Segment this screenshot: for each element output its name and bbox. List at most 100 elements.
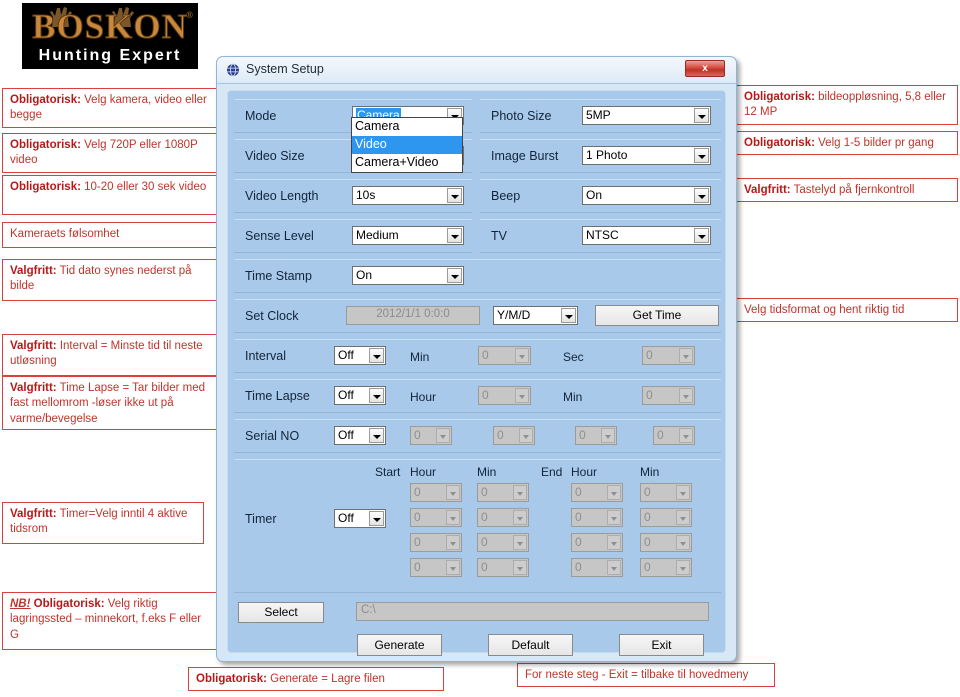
timer-row-1-end-min: 0 xyxy=(640,483,692,502)
sense-level-combobox[interactable]: Medium xyxy=(352,226,464,245)
chevron-down-icon[interactable] xyxy=(369,428,384,443)
annotation-left-5: Valgfritt: Tid dato synes nederst på bil… xyxy=(2,259,217,301)
label-sense-level: Sense Level xyxy=(245,229,314,243)
chevron-down-icon[interactable] xyxy=(694,228,709,243)
chevron-down-icon xyxy=(515,348,529,363)
beep-combobox[interactable]: On xyxy=(582,186,711,205)
chevron-down-icon[interactable] xyxy=(694,108,709,123)
date-format-combobox[interactable]: Y/M/D xyxy=(493,306,578,325)
annotation-strong: Obligatorisk: xyxy=(30,598,105,610)
time-lapse-combobox[interactable]: Off xyxy=(334,386,386,405)
spinner-value: 0 xyxy=(481,560,488,574)
set-clock-field: 2012/1/1 0:0:0 xyxy=(346,306,480,325)
chevron-down-icon xyxy=(607,510,621,525)
chevron-down-icon[interactable] xyxy=(694,188,709,203)
spinner-value: 0 xyxy=(575,510,582,524)
time-lapse-hour-value: 0 xyxy=(482,388,489,402)
chevron-down-icon[interactable] xyxy=(369,388,384,403)
spinner-value: 0 xyxy=(644,485,651,499)
get-time-button[interactable]: Get Time xyxy=(595,305,719,326)
time-stamp-combobox[interactable]: On xyxy=(352,266,464,285)
annotation-left-7: Valgfritt: Time Lapse = Tar bilder med f… xyxy=(2,376,217,430)
timer-row-1-start-hour: 0 xyxy=(410,483,462,502)
timer-value: Off xyxy=(338,511,354,525)
row-sense-level: Sense Level Medium xyxy=(234,219,472,253)
annotation-strong: Obligatorisk: xyxy=(196,673,267,685)
interval-value: Off xyxy=(338,348,354,362)
generate-button[interactable]: Generate xyxy=(357,634,442,656)
chevron-down-icon xyxy=(679,388,693,403)
close-icon[interactable]: x xyxy=(685,60,725,77)
timer-row-3-start-hour: 0 xyxy=(410,533,462,552)
dialog-titlebar[interactable]: System Setup x xyxy=(217,57,736,84)
mode-option-camera-video[interactable]: Camera+Video xyxy=(352,154,462,172)
serial-no-value: Off xyxy=(338,428,354,442)
chevron-down-icon[interactable] xyxy=(447,188,462,203)
chevron-down-icon xyxy=(513,485,527,500)
chevron-down-icon xyxy=(436,428,450,443)
chevron-down-icon[interactable] xyxy=(694,148,709,163)
chevron-down-icon[interactable] xyxy=(369,511,384,526)
mode-option-video[interactable]: Video xyxy=(352,136,462,154)
mode-dropdown-list[interactable]: Camera Video Camera+Video xyxy=(351,117,463,173)
interval-combobox[interactable]: Off xyxy=(334,346,386,365)
photo-size-combobox[interactable]: 5MP xyxy=(582,106,711,125)
annotation-left-1: Obligatorisk: Velg kamera, video eller b… xyxy=(2,88,217,128)
chevron-down-icon xyxy=(676,485,690,500)
annotation-left-8: Valgfritt: Timer=Velg inntil 4 aktive ti… xyxy=(2,502,204,544)
spinner-value: 0 xyxy=(414,560,421,574)
chevron-down-icon[interactable] xyxy=(447,228,462,243)
chevron-down-icon[interactable] xyxy=(369,348,384,363)
chevron-down-icon xyxy=(515,388,529,403)
chevron-down-icon[interactable] xyxy=(561,308,576,323)
chevron-down-icon xyxy=(679,348,693,363)
settings-panel: Mode Camera Photo Size 5MP Video Size Im… xyxy=(227,90,726,656)
timer-row-4-start-min: 0 xyxy=(477,558,529,577)
sense-level-value: Medium xyxy=(356,228,399,242)
default-button[interactable]: Default xyxy=(488,634,573,656)
spinner-value: 0 xyxy=(414,485,421,499)
spinner-value: 0 xyxy=(414,510,421,524)
chevron-down-icon xyxy=(607,535,621,550)
label-interval-min: Min xyxy=(410,350,430,364)
chevron-down-icon[interactable] xyxy=(447,268,462,283)
annotation-right-3: Valgfritt: Tastelyd på fjernkontroll xyxy=(736,178,958,202)
annotation-strong: Obligatorisk: xyxy=(10,181,81,193)
label-timer: Timer xyxy=(245,512,277,526)
serial-no-digit-1: 0 xyxy=(410,426,452,445)
serial-no-combobox[interactable]: Off xyxy=(334,426,386,445)
image-burst-value: 1 Photo xyxy=(586,148,628,162)
chevron-down-icon xyxy=(676,560,690,575)
spinner-value: 0 xyxy=(481,485,488,499)
interval-min-value: 0 xyxy=(482,348,489,362)
annotation-right-4: Velg tidsformat og hent riktig tid xyxy=(736,298,958,322)
serial-no-digit-4-value: 0 xyxy=(657,428,664,442)
video-length-combobox[interactable]: 10s xyxy=(352,186,464,205)
annotation-text: 10-20 eller 30 sek video xyxy=(80,181,207,193)
label-image-burst: Image Burst xyxy=(491,149,559,163)
storage-path-field[interactable]: C:\ xyxy=(356,602,709,621)
timer-row-3-start-min: 0 xyxy=(477,533,529,552)
image-burst-combobox[interactable]: 1 Photo xyxy=(582,146,711,165)
label-set-clock: Set Clock xyxy=(245,309,299,323)
exit-button[interactable]: Exit xyxy=(619,634,704,656)
row-set-clock: Set Clock 2012/1/1 0:0:0 Y/M/D Get Time xyxy=(234,299,721,333)
row-time-stamp: Time Stamp On xyxy=(234,259,721,293)
logo-brand-text: BOSKON xyxy=(32,7,188,47)
tv-combobox[interactable]: NTSC xyxy=(582,226,711,245)
mode-option-camera[interactable]: Camera xyxy=(352,118,462,136)
interval-sec-spinner: 0 xyxy=(642,346,695,365)
annotation-text: Kameraets følsomhet xyxy=(10,228,120,240)
select-button[interactable]: Select xyxy=(238,602,324,623)
annotation-left-4: Kameraets følsomhet xyxy=(2,222,217,248)
spinner-value: 0 xyxy=(575,485,582,499)
timer-combobox[interactable]: Off xyxy=(334,509,386,528)
label-mode: Mode xyxy=(245,109,277,123)
spinner-value: 0 xyxy=(644,535,651,549)
dialog-title: System Setup xyxy=(246,62,324,76)
label-time-lapse: Time Lapse xyxy=(245,389,310,403)
annotation-left-2: Obligatorisk: Velg 720P eller 1080P vide… xyxy=(2,133,217,173)
tv-value: NTSC xyxy=(586,228,619,242)
video-length-value: 10s xyxy=(356,188,376,202)
spinner-value: 0 xyxy=(414,535,421,549)
